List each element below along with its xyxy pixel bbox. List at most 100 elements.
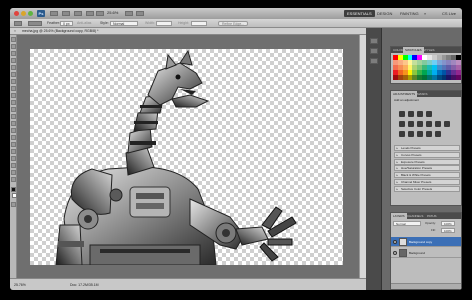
- quick-mask-icon[interactable]: [11, 202, 16, 207]
- close-document-icon[interactable]: ×: [14, 28, 16, 35]
- feather-input[interactable]: 0 px: [60, 21, 73, 26]
- workspace-essentials[interactable]: ESSENTIALS: [344, 10, 375, 17]
- opacity-input[interactable]: 100%: [441, 221, 455, 226]
- brush-panel-icon[interactable]: [370, 58, 378, 64]
- layer-row-background[interactable]: Background: [391, 248, 461, 258]
- more-workspaces-button[interactable]: »: [421, 10, 429, 17]
- adjustment-icons-row-2: [399, 121, 459, 127]
- preset-hue-saturation[interactable]: Hue/Saturation Presets: [394, 165, 460, 172]
- healing-brush-tool-icon[interactable]: [11, 79, 16, 84]
- zoom-tool-icon[interactable]: [136, 11, 144, 16]
- style-select[interactable]: Normal: [110, 21, 138, 26]
- tab-styles[interactable]: STYLES: [421, 47, 437, 53]
- zoom-level-dropdown[interactable]: 25.6%: [107, 10, 118, 15]
- bridge-icon[interactable]: [50, 11, 58, 16]
- 3d-tool-icon[interactable]: [11, 163, 16, 168]
- minimize-window-button[interactable]: [21, 11, 26, 16]
- tab-paths[interactable]: PATHS: [425, 213, 439, 219]
- marquee-tool-icon[interactable]: [11, 44, 16, 49]
- layer-name: Background copy: [409, 240, 433, 244]
- gradient-map-icon[interactable]: [426, 131, 432, 137]
- brush-tool-icon[interactable]: [11, 86, 16, 91]
- layers-panel: LAYERS CHANNELS PATHS Normal Opacity: 10…: [390, 212, 462, 290]
- fill-input[interactable]: 100%: [441, 228, 455, 233]
- visibility-eye-icon[interactable]: [393, 251, 397, 255]
- threshold-icon[interactable]: [417, 131, 423, 137]
- selective-color-icon[interactable]: [435, 131, 441, 137]
- clone-stamp-tool-icon[interactable]: [11, 93, 16, 98]
- adjustments-panel-tabs: ADJUSTMENTS MASKS: [391, 91, 461, 97]
- document-tab[interactable]: × mecha.jpg @ 25.6% (Background copy, RG…: [10, 28, 366, 35]
- workspace-design[interactable]: DESIGN: [374, 10, 395, 17]
- zoom-tool-icon[interactable]: [11, 177, 16, 182]
- tab-adjustments[interactable]: ADJUSTMENTS: [391, 91, 418, 97]
- dodge-tool-icon[interactable]: [11, 128, 16, 133]
- extras-icon[interactable]: [74, 11, 82, 16]
- arrange-documents-icon[interactable]: [86, 11, 94, 16]
- invert-icon[interactable]: [399, 131, 405, 137]
- hue-saturation-icon[interactable]: [408, 121, 414, 127]
- history-panel-icon[interactable]: [370, 38, 378, 44]
- color-balance-icon[interactable]: [417, 121, 423, 127]
- black-white-icon[interactable]: [426, 121, 432, 127]
- visibility-eye-icon[interactable]: [393, 240, 397, 244]
- document-canvas[interactable]: [30, 49, 343, 265]
- photo-filter-icon[interactable]: [435, 121, 441, 127]
- preset-curves[interactable]: Curves Presets: [394, 151, 460, 158]
- zoom-window-button[interactable]: [28, 11, 33, 16]
- shape-tool-icon[interactable]: [11, 156, 16, 161]
- brightness-contrast-icon[interactable]: [399, 111, 405, 117]
- width-input[interactable]: [156, 21, 172, 26]
- pen-tool-icon[interactable]: [11, 135, 16, 140]
- status-zoom[interactable]: 25.76%: [14, 279, 26, 290]
- anti-alias-checkbox[interactable]: Anti-alias: [77, 21, 91, 26]
- preset-selective-color[interactable]: Selective Color Presets: [394, 185, 460, 192]
- move-tool-icon[interactable]: [11, 37, 16, 42]
- eyedropper-tool-icon[interactable]: [11, 72, 16, 77]
- close-window-button[interactable]: [14, 11, 19, 16]
- vibrance-icon[interactable]: [399, 121, 405, 127]
- canvas-area[interactable]: [17, 35, 366, 278]
- selection-mode-icons[interactable]: [28, 21, 42, 26]
- layers-panel-tabs: LAYERS CHANNELS PATHS: [391, 213, 461, 219]
- layer-row-background-copy[interactable]: Background copy: [391, 237, 461, 247]
- actions-panel-icon[interactable]: [370, 48, 378, 54]
- history-brush-tool-icon[interactable]: [11, 100, 16, 105]
- levels-icon[interactable]: [408, 111, 414, 117]
- vertical-scrollbar[interactable]: [359, 35, 366, 278]
- tab-channels[interactable]: CHANNELS: [405, 213, 425, 219]
- blur-tool-icon[interactable]: [11, 121, 16, 126]
- crop-tool-icon[interactable]: [11, 65, 16, 70]
- tab-masks[interactable]: MASKS: [415, 91, 430, 97]
- exposure-icon[interactable]: [426, 111, 432, 117]
- width-label: Width:: [145, 21, 155, 25]
- preset-channel-mixer[interactable]: Channel Mixer Presets: [394, 178, 460, 185]
- preset-levels[interactable]: Levels Presets: [394, 145, 460, 151]
- screen-mode-icon[interactable]: [96, 11, 104, 16]
- gradient-tool-icon[interactable]: [11, 114, 16, 119]
- eraser-tool-icon[interactable]: [11, 107, 16, 112]
- swatch-grid[interactable]: [393, 55, 461, 83]
- adjustments-heading: Add an adjustment: [394, 98, 420, 102]
- lasso-tool-icon[interactable]: [11, 51, 16, 56]
- quick-selection-tool-icon[interactable]: [11, 58, 16, 63]
- path-selection-tool-icon[interactable]: [11, 149, 16, 154]
- type-tool-icon[interactable]: [11, 142, 16, 147]
- cs-live-button[interactable]: CS Live: [442, 10, 456, 17]
- preset-black-white[interactable]: Black & White Presets: [394, 172, 460, 179]
- blend-mode-select[interactable]: Normal: [393, 221, 421, 226]
- refine-edge-button[interactable]: Refine Edge...: [218, 21, 249, 26]
- mini-bridge-icon[interactable]: [62, 11, 70, 16]
- workspace-painting[interactable]: PAINTING: [397, 10, 422, 17]
- preset-exposure[interactable]: Exposure Presets: [394, 158, 460, 165]
- hand-tool-icon[interactable]: [125, 11, 133, 16]
- posterize-icon[interactable]: [408, 131, 414, 137]
- channel-mixer-icon[interactable]: [444, 121, 450, 127]
- hand-tool-icon[interactable]: [11, 170, 16, 175]
- curves-icon[interactable]: [417, 111, 423, 117]
- layer-thumbnail: [399, 249, 407, 257]
- marquee-tool-preset-icon[interactable]: [14, 21, 22, 26]
- color-swatch[interactable]: [456, 75, 461, 80]
- foreground-color-swatch[interactable]: [11, 187, 16, 192]
- height-input[interactable]: [191, 21, 207, 26]
